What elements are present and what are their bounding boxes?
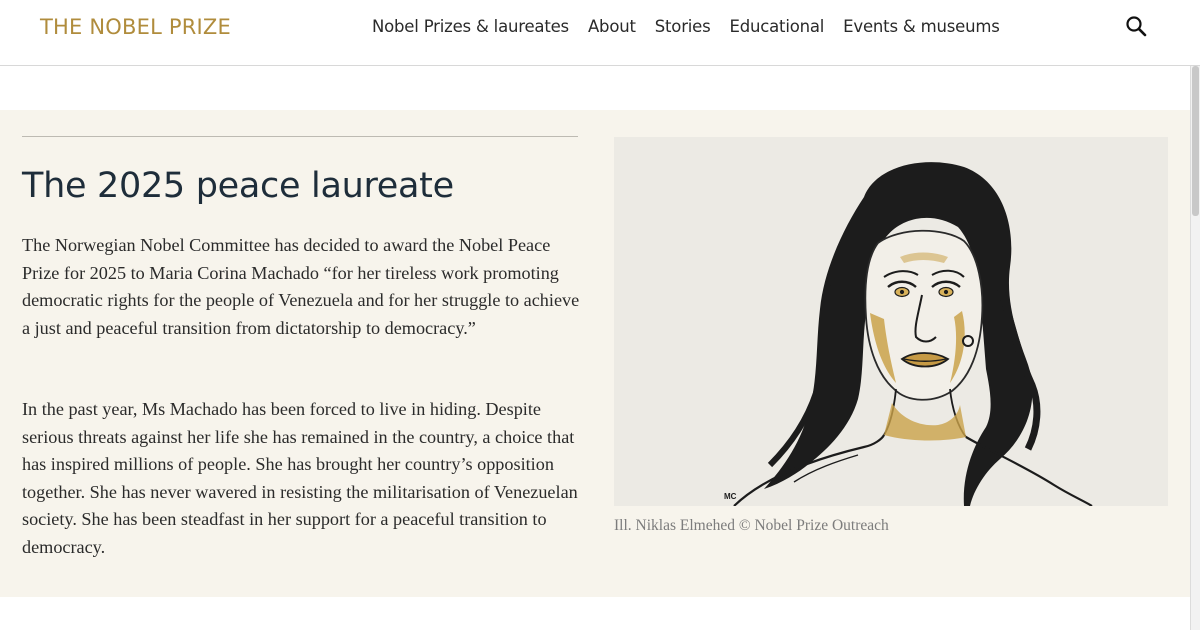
nav-item-about[interactable]: About bbox=[588, 17, 636, 36]
site-header: THE NOBEL PRIZE Nobel Prizes & laureates… bbox=[0, 0, 1200, 66]
scrollbar-thumb[interactable] bbox=[1192, 66, 1199, 216]
search-button[interactable] bbox=[1124, 14, 1150, 40]
laureate-illustration: MC bbox=[614, 137, 1168, 507]
nav-item-events-museums[interactable]: Events & museums bbox=[843, 17, 1000, 36]
nav-item-stories[interactable]: Stories bbox=[655, 17, 711, 36]
laureate-portrait: MC bbox=[614, 137, 1168, 507]
section-divider bbox=[22, 136, 578, 137]
image-caption: Ill. Niklas Elmehed © Nobel Prize Outrea… bbox=[614, 517, 889, 534]
announcement-paragraph: The Norwegian Nobel Committee has decide… bbox=[22, 235, 580, 338]
nobel-prize-logo[interactable]: THE NOBEL PRIZE bbox=[40, 15, 231, 39]
context-paragraph: In the past year, Ms Machado has been fo… bbox=[22, 399, 578, 557]
nav-item-educational[interactable]: Educational bbox=[730, 17, 825, 36]
page-title: The 2025 peace laureate bbox=[22, 166, 454, 206]
artist-signature: MC bbox=[724, 492, 737, 501]
laureate-section: The 2025 peace laureate The Norwegian No… bbox=[0, 110, 1190, 597]
nav-item-nobel-prizes-laureates[interactable]: Nobel Prizes & laureates bbox=[372, 17, 569, 36]
search-icon bbox=[1126, 16, 1147, 37]
main-nav: Nobel Prizes & laureates About Stories E… bbox=[372, 17, 1000, 36]
